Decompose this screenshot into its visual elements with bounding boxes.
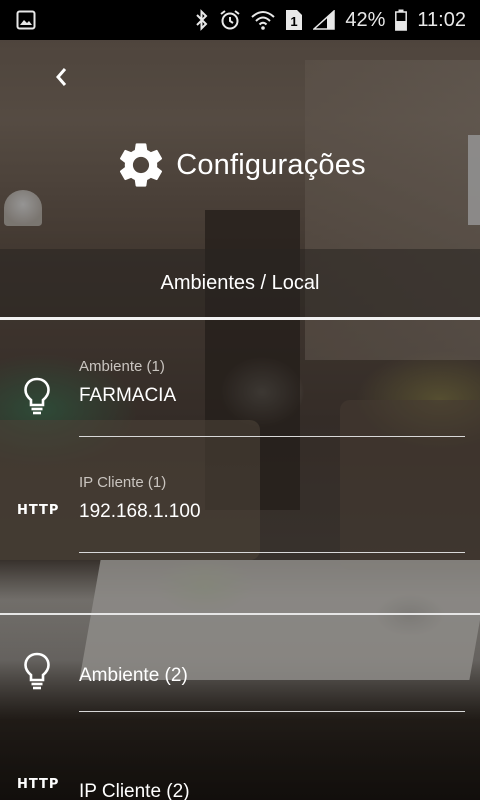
lightbulb-icon [24,652,50,690]
battery-icon [395,9,408,31]
ip-client-1-value: 192.168.1.100 [79,501,201,522]
gallery-notification-icon [16,9,36,31]
section-divider [0,317,480,320]
lightbulb-icon [24,377,50,415]
environment-1-field[interactable]: Ambiente (1) FARMACIA [79,358,465,438]
http-icon: HTTP [17,777,60,792]
environment-1-underline [79,436,465,437]
ip-client-2-placeholder: IP Cliente (2) [79,781,190,800]
wifi-icon [251,9,276,31]
section-title: Ambientes / Local [160,272,320,294]
status-bar: 1 42% 11:02 [0,0,480,40]
entry-divider [0,613,480,615]
back-button[interactable] [46,62,76,92]
clock-time: 11:02 [417,8,466,31]
bluetooth-icon [195,9,209,31]
ip-client-2-field[interactable]: IP Cliente (2) [79,781,465,800]
page-header: Configurações [0,135,480,195]
sim-icon: 1 [285,9,303,31]
alarm-icon [219,9,241,31]
environment-2-underline [79,711,465,712]
section-header: Ambientes / Local [0,249,480,318]
gear-icon [120,143,163,187]
http-icon: HTTP [17,503,60,518]
battery-percent: 42% [345,8,386,31]
ip-client-1-underline [79,552,465,553]
environment-2-field[interactable]: Ambiente (2) [79,665,465,715]
signal-icon [313,9,336,31]
environment-1-value: FARMACIA [79,385,177,406]
page-title: Configurações [176,148,366,181]
environment-2-placeholder: Ambiente (2) [79,665,188,686]
chevron-left-icon [56,68,67,86]
ip-client-1-label: IP Cliente (1) [79,474,167,491]
svg-text:1: 1 [291,14,298,29]
environment-1-label: Ambiente (1) [79,358,165,375]
ip-client-1-field[interactable]: IP Cliente (1) 192.168.1.100 [79,474,465,554]
